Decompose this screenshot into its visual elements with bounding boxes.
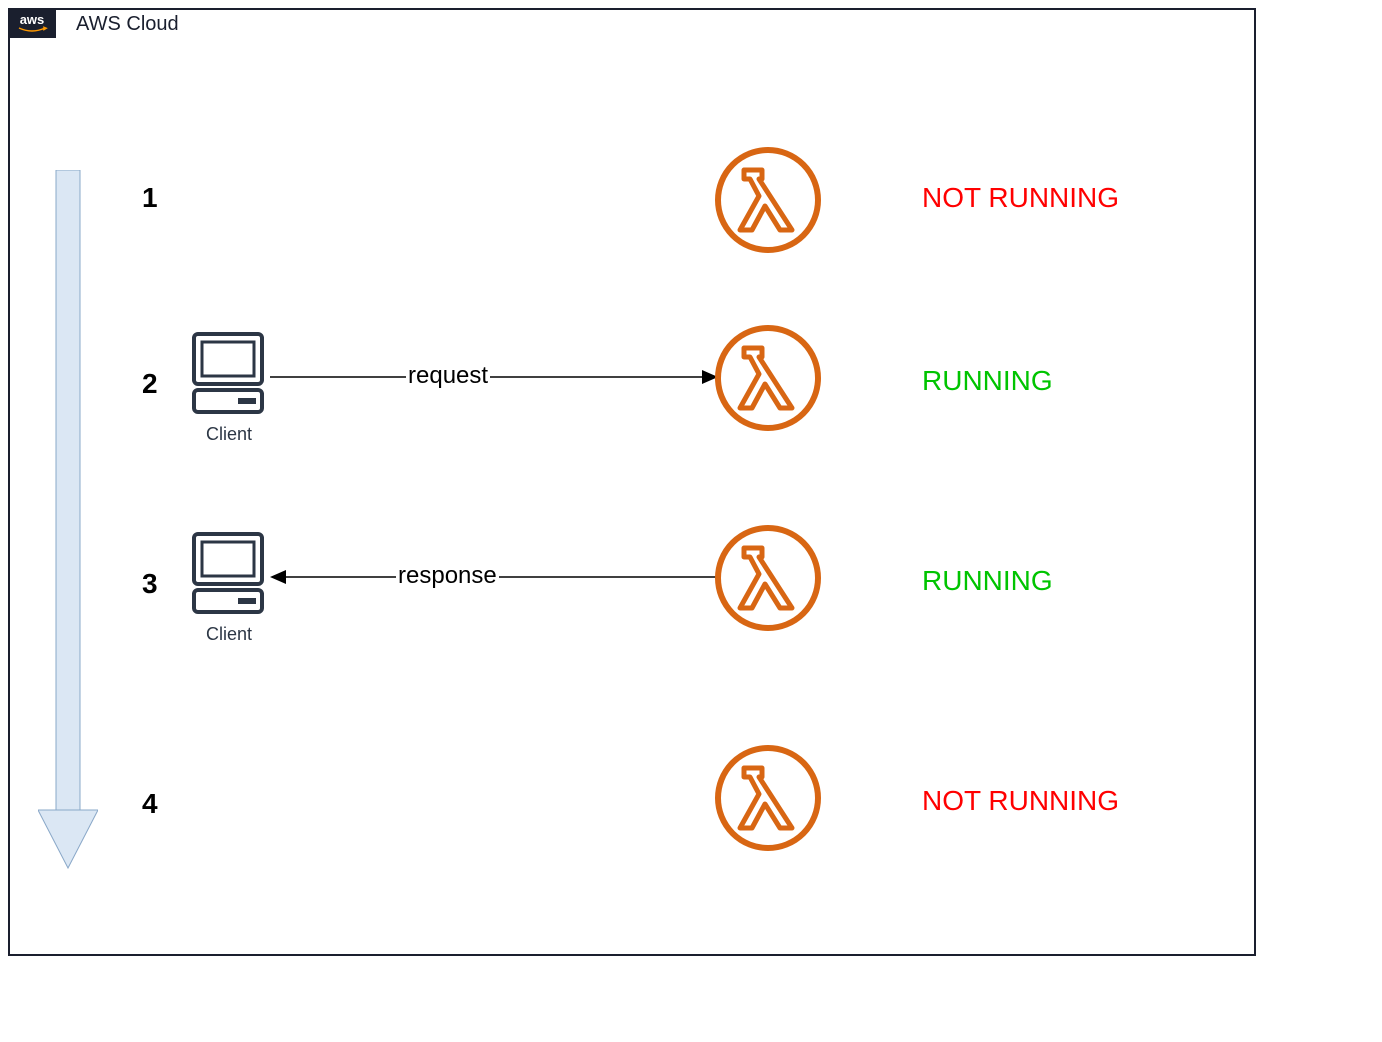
- step-number-2: 2: [142, 368, 158, 400]
- client-icon: [186, 528, 270, 620]
- client-icon: [186, 328, 270, 420]
- cloud-frame: aws AWS Cloud 1 NOT RUNNING 2 Client: [8, 8, 1256, 956]
- aws-logo-icon: aws: [13, 11, 51, 35]
- step-number-1: 1: [142, 182, 158, 214]
- status-label-3: RUNNING: [922, 565, 1053, 597]
- lambda-icon: [712, 144, 824, 256]
- status-label-4: NOT RUNNING: [922, 785, 1119, 817]
- lambda-icon: [712, 742, 824, 854]
- client-label-2: Client: [206, 424, 252, 445]
- cloud-label: AWS Cloud: [76, 13, 179, 36]
- request-arrow-label: request: [406, 362, 490, 390]
- step-number-3: 3: [142, 568, 158, 600]
- status-label-1: NOT RUNNING: [922, 182, 1119, 214]
- lambda-icon: [712, 522, 824, 634]
- diagram-canvas: aws AWS Cloud 1 NOT RUNNING 2 Client: [0, 0, 1382, 1042]
- lambda-icon: [712, 322, 824, 434]
- response-arrow-label: response: [396, 562, 499, 590]
- request-arrow-icon: [270, 362, 718, 392]
- step-number-4: 4: [142, 788, 158, 820]
- aws-logo-box: aws: [8, 8, 56, 38]
- time-arrow-icon: [38, 170, 98, 870]
- svg-text:aws: aws: [20, 12, 45, 27]
- client-label-3: Client: [206, 624, 252, 645]
- status-label-2: RUNNING: [922, 365, 1053, 397]
